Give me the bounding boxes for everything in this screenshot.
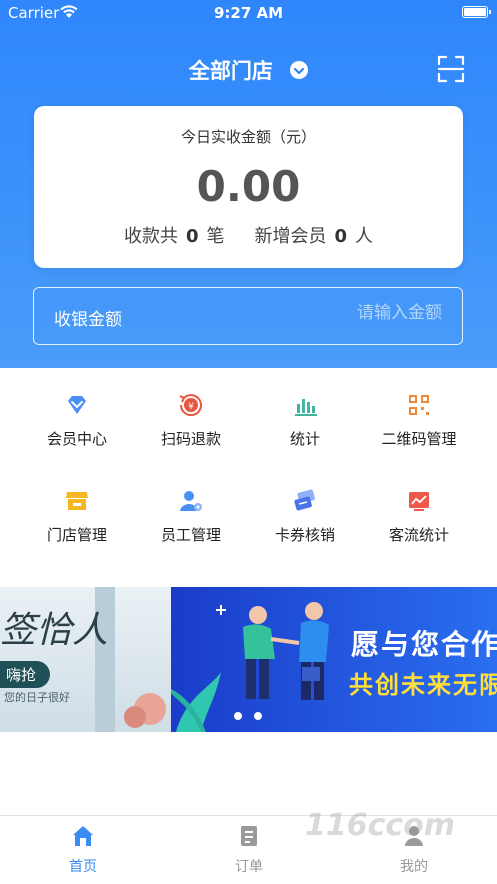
menu-item-label: 二维码管理 <box>381 430 457 448</box>
cashier-amount-field[interactable]: 收银金额 <box>33 287 463 345</box>
tab-orders[interactable]: 订单 <box>199 824 299 876</box>
menu-item-label: 会员中心 <box>46 430 107 448</box>
revenue-label: 今日实收金额（元） <box>180 128 316 146</box>
menu-item-label: 门店管理 <box>46 526 107 544</box>
chevron-down-icon <box>290 61 309 79</box>
cashier-amount-input[interactable] <box>290 302 444 324</box>
menu-item-statistics[interactable]: 统计 <box>248 392 362 468</box>
menu-item-traffic-statistics[interactable]: 客流统计 <box>362 488 476 564</box>
payments-count: 0 <box>185 226 199 247</box>
menu-item-label: 卡券核销 <box>274 526 335 544</box>
home-icon <box>73 826 93 846</box>
promo-banner[interactable]: 签恰人 嗨抢 您的日子很好 愿与您合作 共创未来无限 <box>0 587 497 732</box>
members-unit: 人 <box>355 226 374 247</box>
banner-left-text: 签恰人 <box>0 610 109 651</box>
banner-left-tag: 嗨抢 <box>0 661 51 688</box>
watermark: 116ccom <box>305 808 456 843</box>
status-bar: Carrier 9:27 AM <box>0 0 497 26</box>
menu-item-staff-management[interactable]: 员工管理 <box>134 488 248 564</box>
menu-item-label: 客流统计 <box>388 526 449 544</box>
banner-left-image: 签恰人 嗨抢 您的日子很好 <box>0 587 171 732</box>
banner-title: 愿与您合作 <box>351 628 497 661</box>
banner-right-image: 愿与您合作 共创未来无限 <box>171 587 497 732</box>
revenue-summary-card: 今日实收金额（元） 0.00 收款共 0 笔新增会员 0 人 <box>34 106 463 268</box>
menu-item-member-center[interactable]: 会员中心 <box>20 392 134 468</box>
coupon-icon <box>294 489 315 511</box>
bar-chart-icon <box>295 399 317 416</box>
svg-text:¥: ¥ <box>188 402 194 412</box>
banner-subtitle: 共创未来无限 <box>349 671 497 699</box>
tab-home[interactable]: 首页 <box>33 824 133 876</box>
menu-item-coupon-redemption[interactable]: 卡券核销 <box>248 488 362 564</box>
members-count: 0 <box>334 226 348 247</box>
payments-unit: 笔 <box>206 226 225 247</box>
tab-home-label: 首页 <box>69 859 97 875</box>
refund-icon: ¥ <box>179 394 202 417</box>
staff-icon <box>180 491 202 511</box>
menu-item-scan-refund[interactable]: ¥ 扫码退款 <box>134 392 248 468</box>
battery-icon <box>462 6 491 18</box>
traffic-chart-icon <box>409 492 429 511</box>
tab-orders-label: 订单 <box>235 859 263 875</box>
summary-stats: 收款共 0 笔新增会员 0 人 <box>34 222 463 248</box>
menu-item-label: 统计 <box>289 430 320 448</box>
menu-item-store-management[interactable]: 门店管理 <box>20 488 134 564</box>
qrcode-icon <box>409 395 429 415</box>
banner-left-caption: 您的日子很好 <box>4 691 70 704</box>
order-icon <box>241 826 257 846</box>
store-icon <box>66 492 88 510</box>
clock: 9:27 AM <box>213 4 284 22</box>
store-selector-label: 全部门店 <box>188 59 273 83</box>
store-selector[interactable]: 全部门店 <box>0 55 497 85</box>
payments-prefix: 收款共 <box>123 226 178 247</box>
scan-icon[interactable] <box>437 55 465 83</box>
members-prefix: 新增会员 <box>254 226 327 247</box>
diamond-icon <box>68 396 86 414</box>
tab-profile-label: 我的 <box>400 859 428 875</box>
menu-item-label: 员工管理 <box>160 526 221 544</box>
revenue-amount: 0.00 <box>196 162 301 211</box>
menu-item-label: 扫码退款 <box>160 430 221 448</box>
menu-item-qrcode-management[interactable]: 二维码管理 <box>362 392 476 468</box>
cashier-amount-label: 收银金额 <box>54 310 122 330</box>
